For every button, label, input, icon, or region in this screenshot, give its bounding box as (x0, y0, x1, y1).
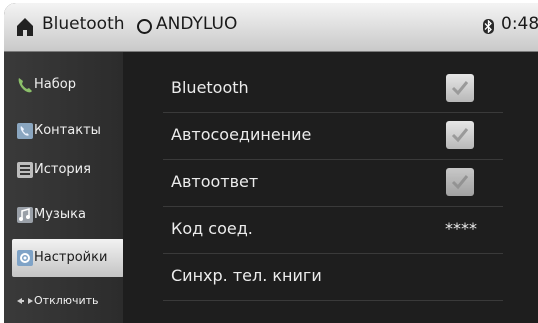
sidebar: Набор Контакты История Музыка Настройки … (4, 52, 124, 323)
sidebar-item-label: Музыка (34, 207, 86, 222)
sidebar-item-settings[interactable]: Настройки (12, 239, 124, 277)
setting-label: Автоответ (171, 172, 259, 191)
connection-ring-icon (137, 19, 152, 34)
pin-code-value: **** (445, 219, 477, 238)
checkmark-icon (451, 128, 469, 143)
sidebar-item-disconnect[interactable]: Отключить (12, 283, 124, 319)
setting-row-bluetooth[interactable]: Bluetooth (163, 65, 503, 113)
disconnect-icon (17, 298, 33, 304)
sidebar-item-label: Контакты (34, 123, 101, 138)
sidebar-item-label: История (34, 162, 91, 177)
setting-row-pin-code[interactable]: Код соед. **** (163, 206, 503, 254)
settings-panel: Bluetooth Автосоединение Автоответ Код с… (123, 52, 538, 323)
autoanswer-checkbox[interactable] (446, 168, 474, 196)
sidebar-item-music[interactable]: Музыка (12, 197, 124, 233)
setting-label: Код соед. (171, 219, 253, 238)
app-title: Bluetooth (42, 14, 125, 34)
sidebar-item-contacts[interactable]: Контакты (12, 113, 124, 149)
setting-label: Автосоединение (171, 125, 312, 144)
contacts-icon (17, 123, 33, 139)
device-screen: Bluetooth ANDYLUO 0:48 Набор Контакты Ис… (4, 3, 538, 323)
status-bar: Bluetooth ANDYLUO 0:48 (4, 3, 538, 52)
setting-row-sync-phonebook[interactable]: Синхр. тел. книги (163, 253, 503, 301)
settings-icon (17, 250, 33, 266)
sidebar-item-dial[interactable]: Набор (12, 67, 124, 103)
home-icon[interactable] (16, 17, 34, 37)
bluetooth-status-icon (483, 19, 494, 34)
history-icon (17, 162, 33, 178)
clock: 0:48 (501, 14, 538, 34)
sidebar-item-label: Настройки (34, 250, 108, 265)
sidebar-item-label: Набор (34, 77, 76, 92)
connected-device-name: ANDYLUO (156, 14, 238, 34)
phone-icon (18, 78, 32, 93)
bluetooth-checkbox[interactable] (446, 74, 474, 102)
checkmark-icon (451, 81, 469, 96)
setting-row-autoanswer[interactable]: Автоответ (163, 159, 503, 207)
sidebar-item-label: Отключить (34, 294, 99, 307)
setting-label: Синхр. тел. книги (171, 266, 322, 285)
music-icon (17, 207, 33, 223)
autoconnect-checkbox[interactable] (446, 121, 474, 149)
setting-label: Bluetooth (171, 78, 249, 97)
sidebar-item-history[interactable]: История (12, 152, 124, 188)
checkmark-icon (451, 175, 469, 190)
setting-row-autoconnect[interactable]: Автосоединение (163, 112, 503, 160)
